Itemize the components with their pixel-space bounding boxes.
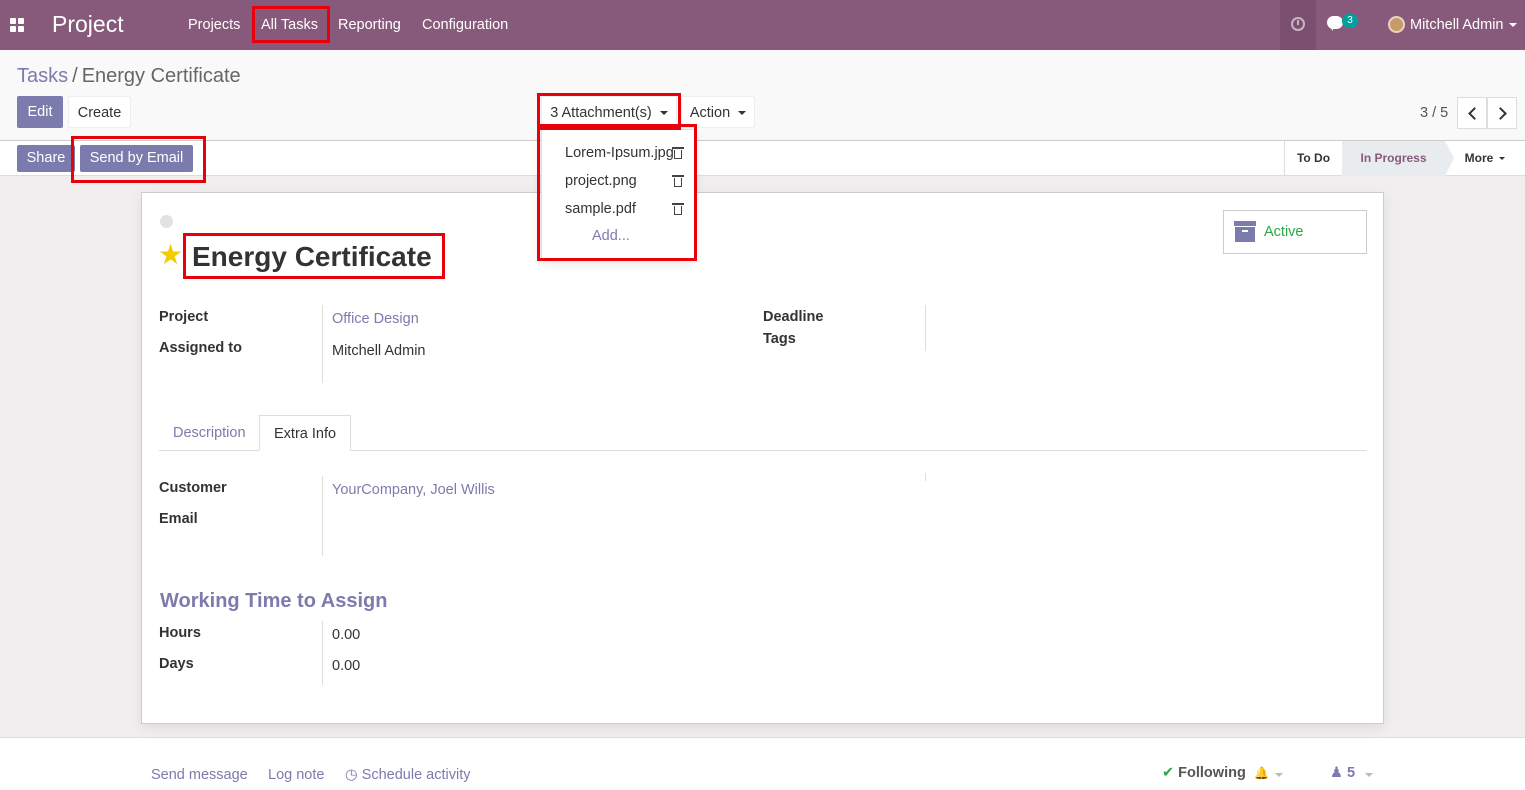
followers-button[interactable]: ♟ 5 <box>1330 765 1355 781</box>
check-icon: ✔ <box>1162 765 1175 781</box>
field-divider <box>322 621 323 685</box>
field-divider <box>322 305 323 383</box>
schedule-activity-link[interactable]: ◷ Schedule activity <box>345 767 471 783</box>
stage-more-dropdown[interactable]: More <box>1455 141 1515 176</box>
chat-count-badge: 3 <box>1342 14 1358 28</box>
task-title: Energy Certificate <box>192 241 432 272</box>
chevron-right-icon <box>1494 107 1507 120</box>
tab-extra-info[interactable]: Extra Info <box>259 415 352 451</box>
trash-icon[interactable] <box>672 175 684 187</box>
field-divider <box>925 305 926 351</box>
attachment-item[interactable]: sample.pdf <box>565 201 636 217</box>
hours-value: 0.00 <box>332 627 361 643</box>
send-message-link[interactable]: Send message <box>151 767 248 783</box>
attachments-label: 3 Attachment(s) <box>550 105 652 121</box>
field-divider <box>322 476 323 556</box>
working-time-title: Working Time to Assign <box>160 590 388 612</box>
chevron-down-icon[interactable] <box>1275 773 1283 777</box>
chevron-down-icon <box>659 111 668 116</box>
action-dropdown-button[interactable]: Action <box>681 96 755 128</box>
following-button[interactable]: ✔ Following <box>1162 765 1246 781</box>
trash-icon[interactable] <box>672 203 684 215</box>
menu-reporting[interactable]: Reporting <box>338 17 401 33</box>
following-label: Following <box>1178 765 1246 781</box>
attachment-item[interactable]: Lorem-Ipsum.jpg <box>565 145 674 161</box>
clock-icon <box>1291 17 1305 31</box>
user-menu-name[interactable]: Mitchell Admin <box>1410 17 1503 33</box>
pager-next-button[interactable] <box>1487 97 1517 129</box>
attachments-dropdown-menu: Lorem-Ipsum.jpg project.png sample.pdf A… <box>541 129 695 259</box>
log-note-link[interactable]: Log note <box>268 767 324 783</box>
active-toggle-button[interactable]: Active <box>1223 210 1367 254</box>
send-by-email-button[interactable]: Send by Email <box>80 145 193 172</box>
field-divider <box>925 473 926 481</box>
menu-projects[interactable]: Projects <box>188 17 240 33</box>
add-attachment-link[interactable]: Add... <box>592 228 630 244</box>
chevron-down-icon[interactable] <box>1509 23 1517 27</box>
assigned-to-field[interactable]: Mitchell Admin <box>332 343 425 359</box>
action-label: Action <box>689 105 731 121</box>
project-label: Project <box>159 309 209 325</box>
days-value: 0.00 <box>332 658 361 674</box>
apps-menu-icon[interactable] <box>10 18 24 32</box>
hours-label: Hours <box>159 625 201 641</box>
user-avatar[interactable] <box>1388 16 1405 33</box>
stage-more-label: More <box>1464 151 1494 165</box>
menu-all-tasks[interactable]: All Tasks <box>261 17 318 33</box>
chevron-down-icon <box>1499 157 1506 161</box>
star-icon[interactable]: ★ <box>158 241 184 269</box>
breadcrumb-separator: / <box>72 65 78 87</box>
assigned-to-label: Assigned to <box>159 340 242 356</box>
tags-label: Tags <box>763 331 796 347</box>
deadline-label: Deadline <box>763 309 824 325</box>
customer-field[interactable]: YourCompany, Joel Willis <box>332 482 495 498</box>
chat-icon[interactable] <box>1327 16 1343 31</box>
followers-count: 5 <box>1347 765 1356 781</box>
share-button[interactable]: Share <box>17 145 75 172</box>
breadcrumb-current: Energy Certificate <box>81 65 241 87</box>
chevron-left-icon <box>1468 107 1481 120</box>
chevron-down-icon[interactable] <box>1365 773 1373 777</box>
create-button[interactable]: Create <box>68 96 131 128</box>
chevron-down-icon <box>738 111 747 116</box>
project-field[interactable]: Office Design <box>332 311 419 327</box>
top-navbar: Project Projects All Tasks Reporting Con… <box>0 0 1525 50</box>
days-label: Days <box>159 656 194 672</box>
schedule-activity-label: Schedule activity <box>361 767 471 783</box>
edit-button[interactable]: Edit <box>17 96 63 128</box>
user-icon: ♟ <box>1330 765 1348 781</box>
attachments-dropdown-button[interactable]: 3 Attachment(s) <box>541 96 677 128</box>
archive-icon <box>1234 221 1256 243</box>
customer-label: Customer <box>159 480 227 496</box>
clock-icon: ◷ <box>345 767 362 783</box>
email-label: Email <box>159 511 198 527</box>
pager-previous-button[interactable] <box>1457 97 1487 129</box>
kanban-state-dot[interactable] <box>160 215 173 228</box>
active-label: Active <box>1264 224 1304 240</box>
attachment-item[interactable]: project.png <box>565 173 637 189</box>
form-sheet: ★ Energy Certificate Active Project Offi… <box>141 192 1384 724</box>
app-title[interactable]: Project <box>52 11 124 38</box>
pager-value[interactable]: 3 / 5 <box>1420 105 1448 121</box>
trash-icon[interactable] <box>672 147 684 159</box>
tab-description[interactable]: Description <box>159 415 260 451</box>
breadcrumb: Tasks / Energy Certificate <box>17 65 241 88</box>
menu-configuration[interactable]: Configuration <box>422 17 508 33</box>
stage-in-progress[interactable]: In Progress <box>1342 141 1454 176</box>
activities-button[interactable] <box>1280 0 1316 50</box>
bell-icon[interactable]: 🔔 <box>1254 766 1269 780</box>
stage-todo[interactable]: To Do <box>1284 141 1342 176</box>
form-statusbar: Share Send by Email To Do In Progress Mo… <box>0 141 1525 176</box>
control-panel: Tasks / Energy Certificate Edit Create 3 A… <box>0 50 1525 141</box>
breadcrumb-tasks-link[interactable]: Tasks <box>17 65 68 87</box>
